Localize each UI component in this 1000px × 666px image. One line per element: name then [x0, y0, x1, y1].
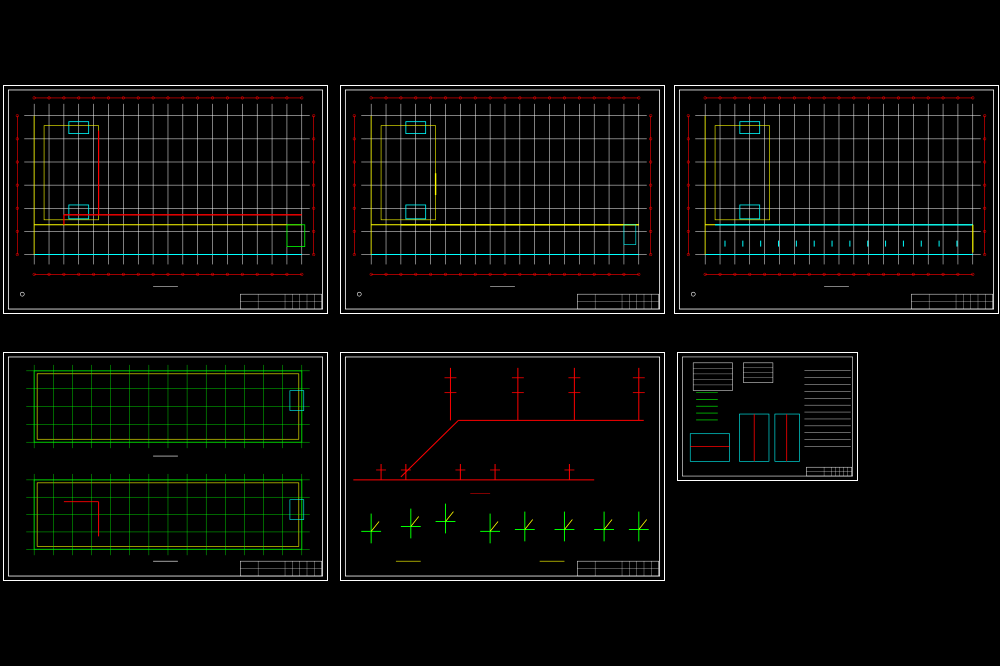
north-arrow-symbol: [356, 291, 362, 297]
room-outline: [380, 125, 436, 221]
inner-frame: [7, 89, 324, 310]
inner-frame: [7, 356, 324, 577]
detail-box: [774, 413, 800, 462]
drawing-sheet-2-floor-plan[interactable]: [340, 85, 665, 314]
room-outline: [714, 125, 770, 221]
inner-frame: [344, 89, 661, 310]
detail-fitting: [445, 511, 454, 522]
detail-fitting: [603, 519, 613, 530]
drawing-sheet-6-notes-details[interactable]: [677, 352, 858, 481]
riser-room: [286, 224, 306, 247]
inner-frame: [682, 356, 853, 477]
north-arrow-symbol: [690, 291, 696, 297]
detail-fitting: [638, 519, 648, 530]
sheet-6-canvas: [682, 356, 853, 477]
drawing-sheet-4-double-plan[interactable]: [3, 352, 328, 581]
sheet-5-canvas: [344, 356, 661, 577]
detail-fitting: [564, 519, 573, 530]
north-arrow-symbol: [19, 291, 25, 297]
detail-box: [689, 433, 730, 462]
legend-table: [692, 362, 733, 391]
riser-room: [623, 224, 637, 245]
detail-fitting: [489, 521, 499, 532]
room-outline: [43, 125, 99, 221]
detail-fitting: [370, 521, 380, 532]
inner-frame: [344, 356, 661, 577]
drawing-sheet-5-riser-diagram[interactable]: [340, 352, 665, 581]
detail-fitting: [524, 519, 534, 530]
detail-fitting: [410, 516, 420, 527]
sheet-1-canvas: [7, 89, 324, 310]
sheet-3-canvas: [678, 89, 995, 310]
sheet-2-canvas: [344, 89, 661, 310]
sheet-4-canvas: [7, 356, 324, 577]
drawing-sheet-3-floor-plan[interactable]: [674, 85, 999, 314]
inner-frame: [678, 89, 995, 310]
drawing-sheet-1-floor-plan[interactable]: [3, 85, 328, 314]
riser-diagonal: [400, 420, 459, 478]
